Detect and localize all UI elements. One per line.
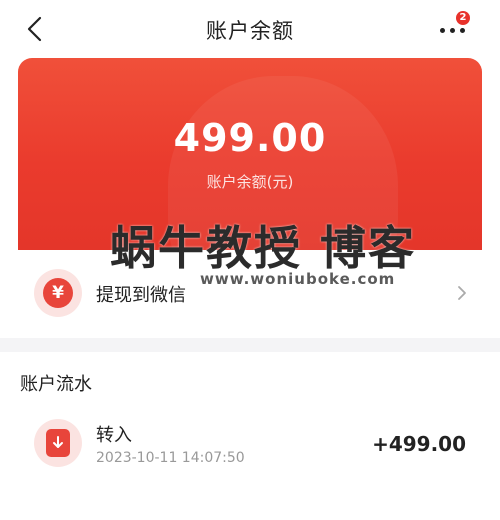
yen-glyph: ¥	[43, 278, 73, 308]
chevron-right-icon	[458, 286, 466, 300]
more-button[interactable]: 2	[438, 11, 472, 42]
more-dots-icon	[440, 28, 465, 33]
notification-badge: 2	[456, 11, 470, 25]
transaction-time: 2023-10-11 14:07:50	[96, 450, 245, 466]
balance-card: 499.00 账户余额(元)	[18, 58, 482, 250]
balance-label: 账户余额(元)	[206, 173, 294, 191]
balance-amount: 499.00	[173, 116, 327, 160]
yen-icon: ¥	[34, 269, 82, 317]
top-bar: 账户余额 2	[0, 0, 500, 58]
transaction-row[interactable]: 转入 2023-10-11 14:07:50 +499.00	[0, 412, 500, 492]
page-title: 账户余额	[206, 19, 294, 43]
transfer-in-icon	[34, 419, 82, 467]
withdraw-label: 提现到微信	[96, 285, 186, 306]
balance-card-wrapper: 499.00 账户余额(元)	[0, 58, 500, 250]
transaction-amount: +499.00	[372, 432, 466, 456]
section-title: 账户流水	[20, 374, 92, 395]
withdraw-to-wechat-row[interactable]: ¥ 提现到微信	[0, 250, 500, 338]
card-decoration	[168, 76, 398, 250]
transaction-name: 转入	[96, 425, 132, 446]
transactions-section: 账户流水 转入 2023-10-11 14:07:50 +499.00	[0, 352, 500, 520]
